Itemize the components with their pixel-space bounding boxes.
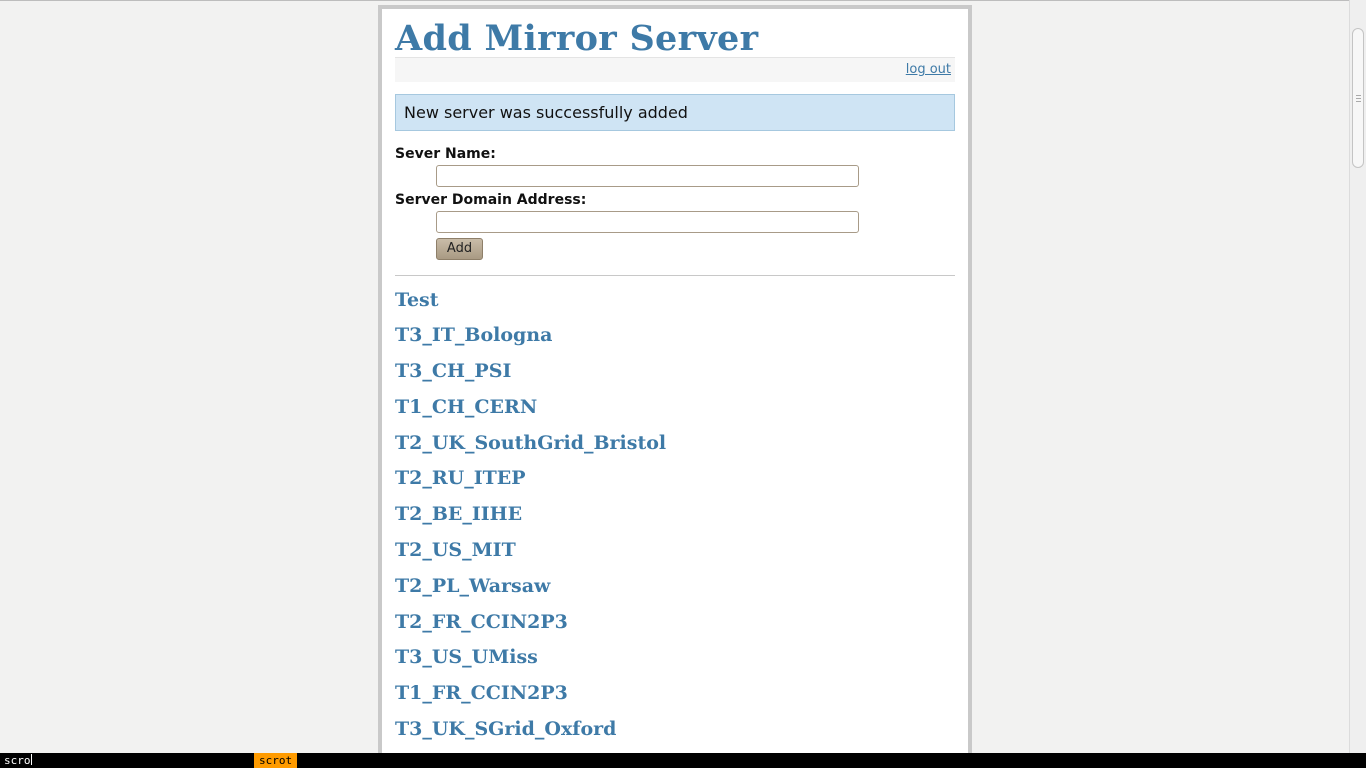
server-list: Test T3_IT_Bologna T3_CH_PSI T1_CH_CERN T2_U… (395, 286, 955, 751)
list-item: T2_PL_Warsaw (395, 572, 955, 608)
status-bar: scro scrot (0, 753, 1366, 768)
domain-address-label: Server Domain Address: (395, 192, 587, 208)
grip-line-icon (1356, 101, 1361, 102)
text-cursor (30, 754, 32, 765)
list-item: T2_UK_SouthGrid_Bristol (395, 429, 955, 465)
server-link[interactable]: T2_US_MIT (395, 539, 516, 561)
user-bar: log out (395, 57, 955, 82)
server-link[interactable]: T1_CH_CERN (395, 396, 537, 418)
server-link[interactable]: T2_PL_Warsaw (395, 575, 550, 597)
scrollbar-thumb[interactable] (1352, 28, 1364, 168)
page-frame: Add Mirror Server log out New server was… (378, 5, 972, 753)
window-top-border (0, 0, 1366, 1)
list-item: T2_RU_ITEP (395, 464, 955, 500)
grip-line-icon (1356, 98, 1361, 99)
list-item: T3_IT_Bologna (395, 321, 955, 357)
list-item: T3_US_UMiss (395, 643, 955, 679)
server-link[interactable]: T1_FR_CCIN2P3 (395, 682, 568, 704)
list-item: T2_BE_IIHE (395, 500, 955, 536)
command-prompt[interactable]: scro (4, 753, 32, 768)
list-item: Test (395, 286, 955, 322)
server-link[interactable]: T3_US_UMiss (395, 646, 538, 668)
page-content: Add Mirror Server log out New server was… (382, 9, 968, 753)
server-link[interactable]: Test (395, 289, 439, 311)
list-item: T2_FR_CCIN2P3 (395, 608, 955, 644)
server-link[interactable]: T2_UK_SouthGrid_Bristol (395, 432, 666, 454)
server-link[interactable]: T2_FR_CCIN2P3 (395, 611, 568, 633)
server-link[interactable]: T2_RU_ITEP (395, 467, 526, 489)
grip-line-icon (1356, 95, 1361, 96)
list-item: T1_FR_CCIN2P3 (395, 679, 955, 715)
success-notice: New server was successfully added (395, 94, 955, 131)
server-name-label: Sever Name: (395, 146, 496, 162)
server-link[interactable]: T3_CH_PSI (395, 360, 511, 382)
server-link[interactable]: T3_UK_SGrid_Oxford (395, 718, 616, 740)
server-link[interactable]: T2_BE_IIHE (395, 503, 522, 525)
server-link[interactable]: T3_IT_Bologna (395, 324, 552, 346)
server-name-input[interactable] (436, 165, 859, 187)
list-item: T2_US_MIT (395, 536, 955, 572)
domain-address-input[interactable] (436, 211, 859, 233)
command-text: scro (4, 754, 31, 767)
page-title: Add Mirror Server (395, 18, 759, 59)
vertical-scrollbar[interactable] (1349, 0, 1366, 753)
status-tag: scrot (254, 753, 297, 768)
add-server-form: Sever Name: Server Domain Address: Add (395, 131, 955, 260)
add-button[interactable]: Add (436, 237, 483, 260)
list-item: T3_UK_SGrid_Oxford (395, 715, 955, 751)
divider (395, 274, 955, 276)
logout-link[interactable]: log out (906, 62, 951, 77)
list-item: T1_CH_CERN (395, 393, 955, 429)
list-item: T3_CH_PSI (395, 357, 955, 393)
